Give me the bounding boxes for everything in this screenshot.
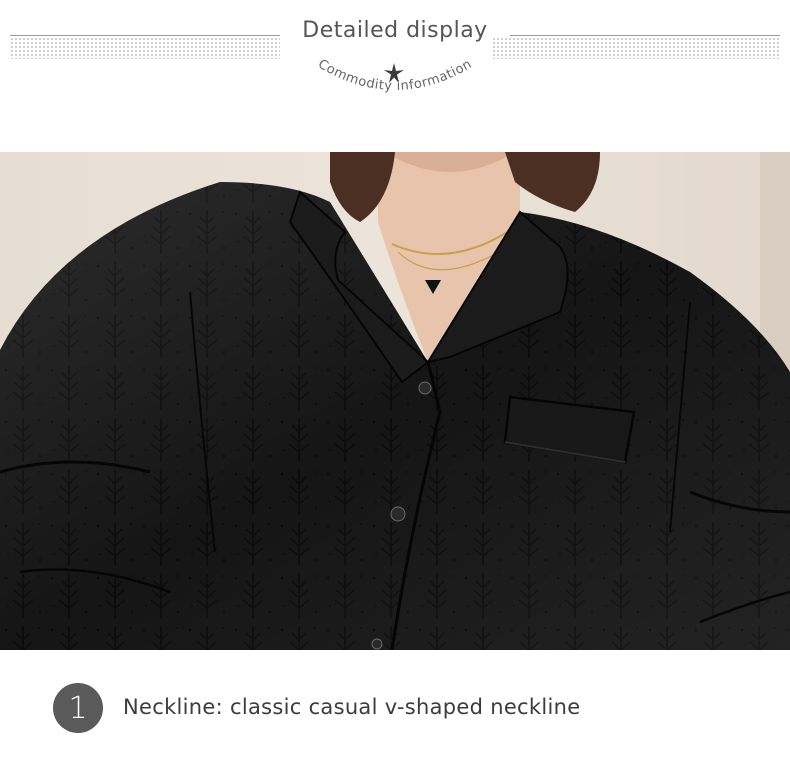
section-header: Detailed display Commodity information	[0, 0, 790, 150]
feature-caption: 1 Neckline: classic casual v-shaped neck…	[0, 650, 790, 761]
feature-number-badge: 1	[53, 683, 103, 733]
star-icon	[384, 63, 404, 83]
pajama-shirt-illustration	[0, 152, 790, 650]
product-photo	[0, 152, 790, 650]
feature-description: Neckline: classic casual v-shaped neckli…	[123, 695, 581, 719]
